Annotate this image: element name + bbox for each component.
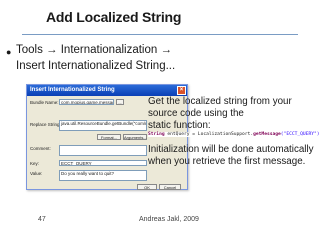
dialog-title: Insert Internationalized String [30, 87, 115, 93]
format-button[interactable]: Format... [97, 134, 121, 140]
arguments-button[interactable]: Arguments... [123, 134, 147, 140]
description-paragraph-2: Initialization will be done automaticall… [148, 144, 314, 168]
title-divider [22, 34, 298, 35]
replace-string-label: Replace String: [30, 122, 61, 127]
key-label: Key: [30, 161, 40, 166]
code-type: String [148, 132, 165, 137]
replace-string-field[interactable]: java.util.ResourceBundle.getBundle("com/… [59, 120, 147, 131]
description-2-line-1: Initialization will be done automaticall… [148, 144, 314, 155]
bundle-name-field[interactable]: com.mopius.game.messages [59, 99, 114, 105]
description-1-line-3: static function: [148, 120, 211, 131]
dialog-titlebar: Insert Internationalized String × [27, 85, 187, 96]
close-icon[interactable]: × [177, 86, 186, 95]
comment-label: Comment: [30, 146, 51, 151]
footer-author: Andreas Jakl, 2009 [139, 216, 199, 223]
slide-title: Add Localized String [46, 9, 182, 25]
cancel-button[interactable]: Cancel [159, 184, 181, 190]
description-paragraph-1: Get the localized string from your sourc… [148, 96, 292, 132]
bullet-line-1: Tools → Internationalization → [16, 44, 172, 56]
ok-button[interactable]: OK [137, 184, 157, 190]
code-snippet: String entQuery = LocalizationSupport.ge… [148, 132, 320, 137]
description-1-line-2: source code using the [148, 108, 244, 119]
code-method: getMessage [253, 132, 281, 137]
code-argument: ("ECCT_QUERY") [280, 132, 320, 137]
bullet-text: Tools → Internationalization → Insert In… [16, 42, 316, 74]
bullet-line-2: Insert Internationalized String... [16, 60, 176, 72]
value-field[interactable]: Do you really want to quit? [59, 170, 147, 181]
bundle-name-label: Bundle Name: [30, 100, 59, 105]
description-2-line-2: when you retrieve the first message. [148, 156, 306, 167]
code-body: entQuery = LocalizationSupport. [164, 132, 254, 137]
value-label: Value: [30, 171, 43, 176]
comment-field[interactable] [59, 145, 147, 156]
bullet-icon: ● [6, 47, 12, 57]
bundle-browse-button[interactable]: ... [116, 99, 124, 105]
page-number: 47 [38, 216, 46, 223]
key-field[interactable]: ECCT_QUERY [59, 160, 147, 166]
description-1-line-1: Get the localized string from your [148, 96, 292, 107]
